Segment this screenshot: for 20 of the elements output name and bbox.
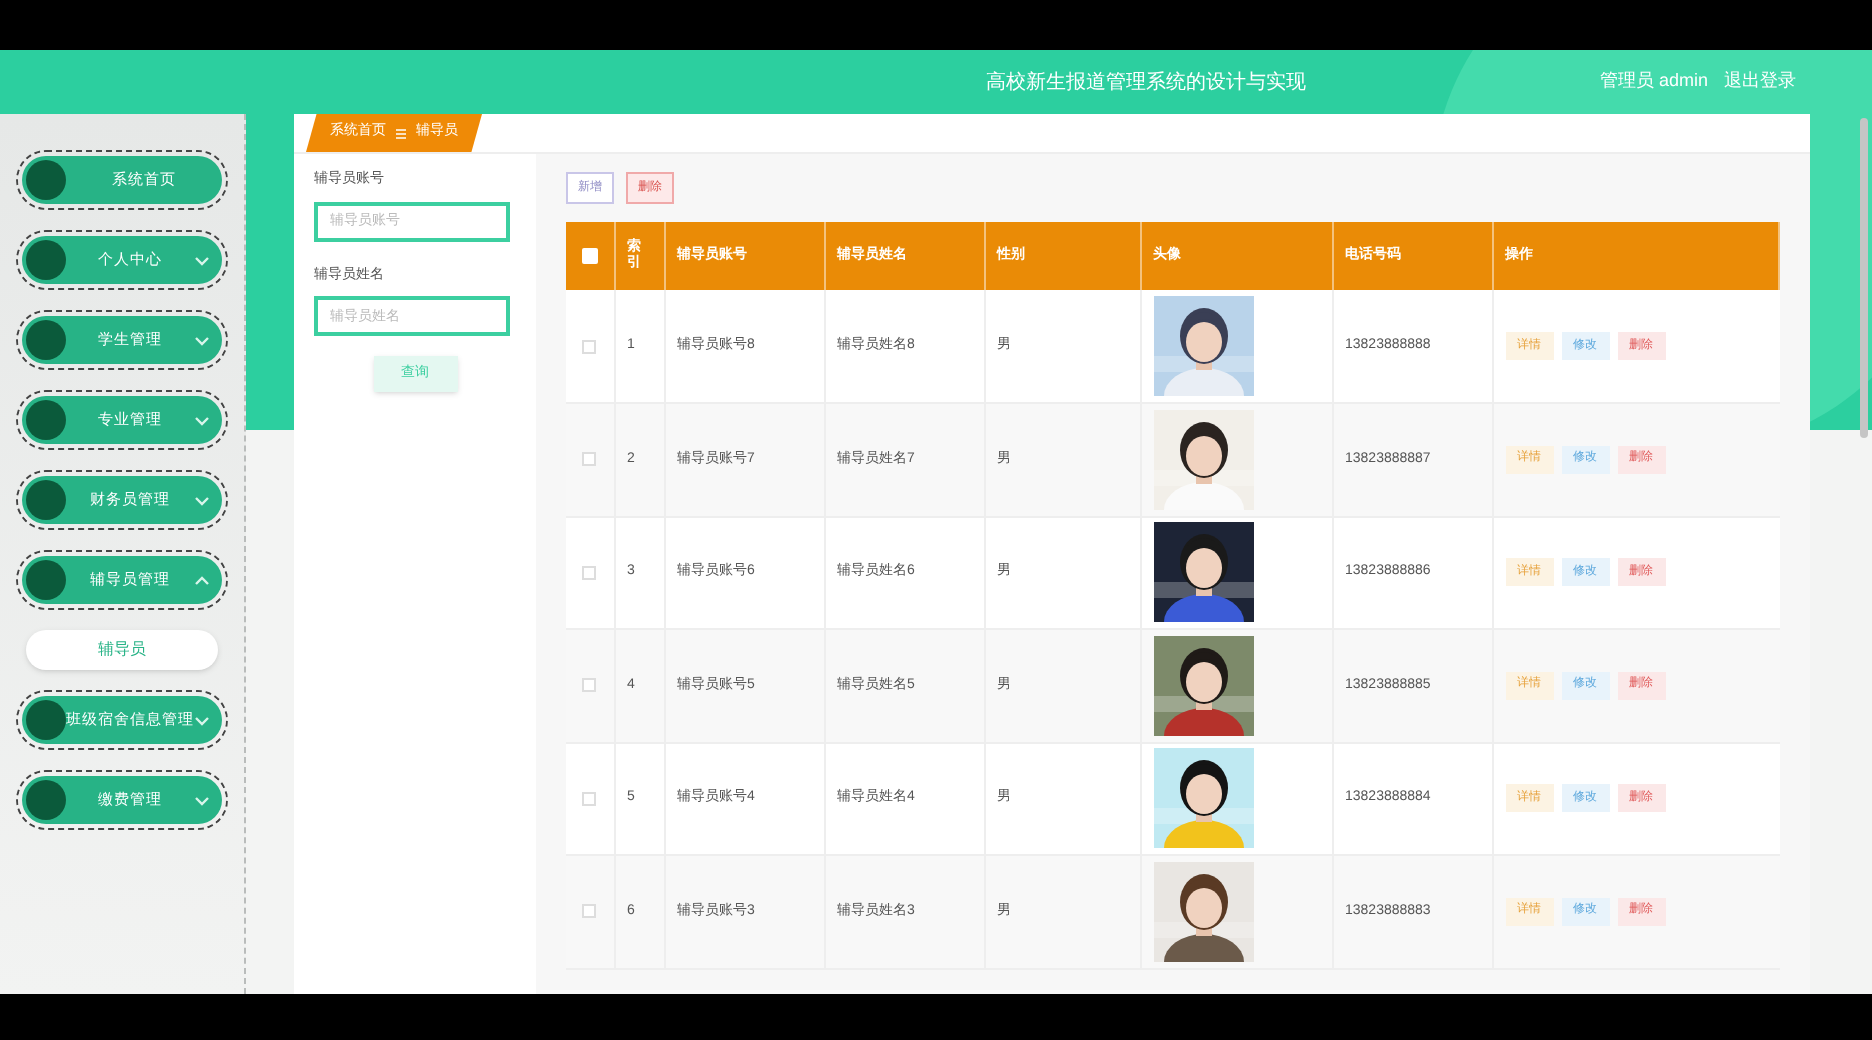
app-title: 高校新生报道管理系统的设计与实现 [986, 69, 1306, 97]
chevron-down-icon [194, 415, 210, 425]
chevron-down-icon [194, 495, 210, 505]
chevron-down-icon [194, 255, 210, 265]
chevron-down-icon [194, 795, 210, 805]
row-checkbox[interactable] [582, 678, 597, 693]
row-checkbox[interactable] [582, 791, 597, 806]
logout-link[interactable]: 退出登录 [1724, 68, 1797, 96]
row-checkbox[interactable] [582, 565, 597, 580]
user-label: 管理员 admin [1600, 68, 1709, 95]
submenu-item[interactable]: 辅导员 [26, 630, 218, 670]
chevron-down-icon [194, 715, 210, 725]
chevron-up-icon [194, 575, 210, 585]
menu-icon [396, 127, 406, 139]
chevron-down-icon [194, 335, 210, 345]
row-checkbox[interactable] [582, 339, 597, 353]
row-checkbox[interactable] [582, 904, 597, 919]
row-checkbox[interactable] [582, 452, 597, 467]
scrollbar[interactable] [1860, 118, 1868, 438]
header-checkbox[interactable] [581, 248, 598, 264]
